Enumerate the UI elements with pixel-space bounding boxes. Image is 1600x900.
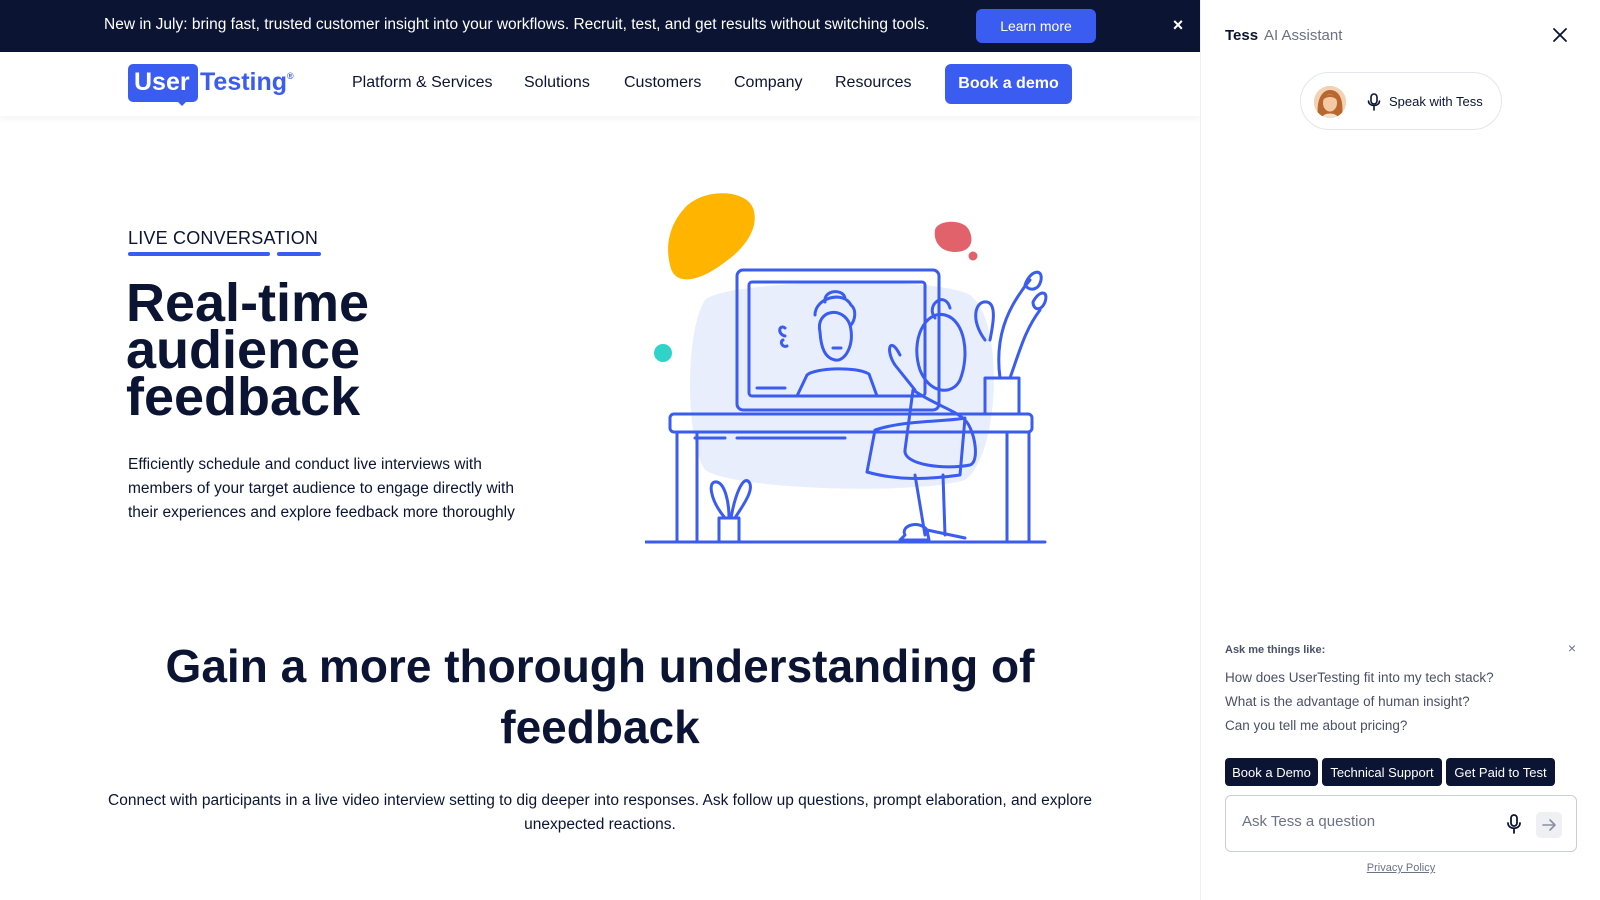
speak-with-tess-button[interactable]: Speak with Tess <box>1300 72 1502 130</box>
eyebrow-underline-accent <box>277 252 321 256</box>
speak-with-tess-label: Speak with Tess <box>1389 94 1483 109</box>
logo-testing-wordmark: Testing® <box>200 64 294 101</box>
ask-tess-input-box <box>1225 795 1577 852</box>
send-arrow-icon[interactable] <box>1536 812 1562 838</box>
section-description: Connect with participants in a live vide… <box>108 792 1092 833</box>
microphone-icon <box>1367 93 1381 111</box>
suggestion-item[interactable]: What is the advantage of human insight? <box>1225 694 1470 709</box>
nav-item-customers[interactable]: Customers <box>624 74 701 92</box>
logo-user-text: User <box>128 64 198 102</box>
hero-eyebrow: LIVE CONVERSATION <box>128 228 319 248</box>
microphone-icon[interactable] <box>1504 813 1524 835</box>
banner-text: New in July: bring fast, trusted custome… <box>104 16 930 33</box>
hero-description: Efficiently schedule and conduct live in… <box>128 456 515 521</box>
ask-me-heading: Ask me things like: <box>1225 644 1326 656</box>
hero-title-line: feedback <box>126 367 361 427</box>
chip-get-paid-to-test[interactable]: Get Paid to Test <box>1446 758 1555 786</box>
announcement-banner: New in July: bring fast, trusted custome… <box>0 0 1200 52</box>
suggestion-item[interactable]: How does UserTesting fit into my tech st… <box>1225 670 1494 685</box>
main-navigation: User Testing® Platform & Services Soluti… <box>0 52 1200 116</box>
book-a-demo-button[interactable]: Book a demo <box>945 64 1072 104</box>
nav-item-company[interactable]: Company <box>734 74 802 92</box>
logo-speech-tail <box>174 98 190 106</box>
main-page: New in July: bring fast, trusted custome… <box>0 0 1200 900</box>
learn-more-button[interactable]: Learn more <box>976 9 1096 43</box>
privacy-policy-link[interactable]: Privacy Policy <box>1201 862 1600 874</box>
logo-testing-text: Testing <box>200 68 288 96</box>
assistant-role: AI Assistant <box>1264 27 1343 44</box>
dismiss-suggestions-icon[interactable]: × <box>1565 640 1579 656</box>
nav-item-solutions[interactable]: Solutions <box>524 74 590 92</box>
nav-item-resources[interactable]: Resources <box>835 74 911 92</box>
live-interview-illustration <box>645 193 1048 544</box>
eyebrow-underline <box>128 252 270 256</box>
nav-item-platform-services[interactable]: Platform & Services <box>352 74 492 92</box>
logo-registered-mark: ® <box>287 71 294 81</box>
tess-avatar <box>1314 86 1346 118</box>
section-title: Gain a more thorough understanding of fe… <box>165 640 1035 753</box>
close-icon[interactable] <box>1547 22 1573 48</box>
hero-title: Real-time audience feedback <box>126 276 546 427</box>
ai-assistant-panel: Tess AI Assistant Speak with Tess Ask me… <box>1200 0 1600 900</box>
assistant-name: Tess <box>1225 27 1259 44</box>
chip-technical-support[interactable]: Technical Support <box>1322 758 1442 786</box>
chip-book-a-demo[interactable]: Book a Demo <box>1225 758 1318 786</box>
ask-tess-input[interactable] <box>1242 813 1482 830</box>
banner-close-icon[interactable]: × <box>1168 14 1188 36</box>
suggestion-item[interactable]: Can you tell me about pricing? <box>1225 718 1407 733</box>
